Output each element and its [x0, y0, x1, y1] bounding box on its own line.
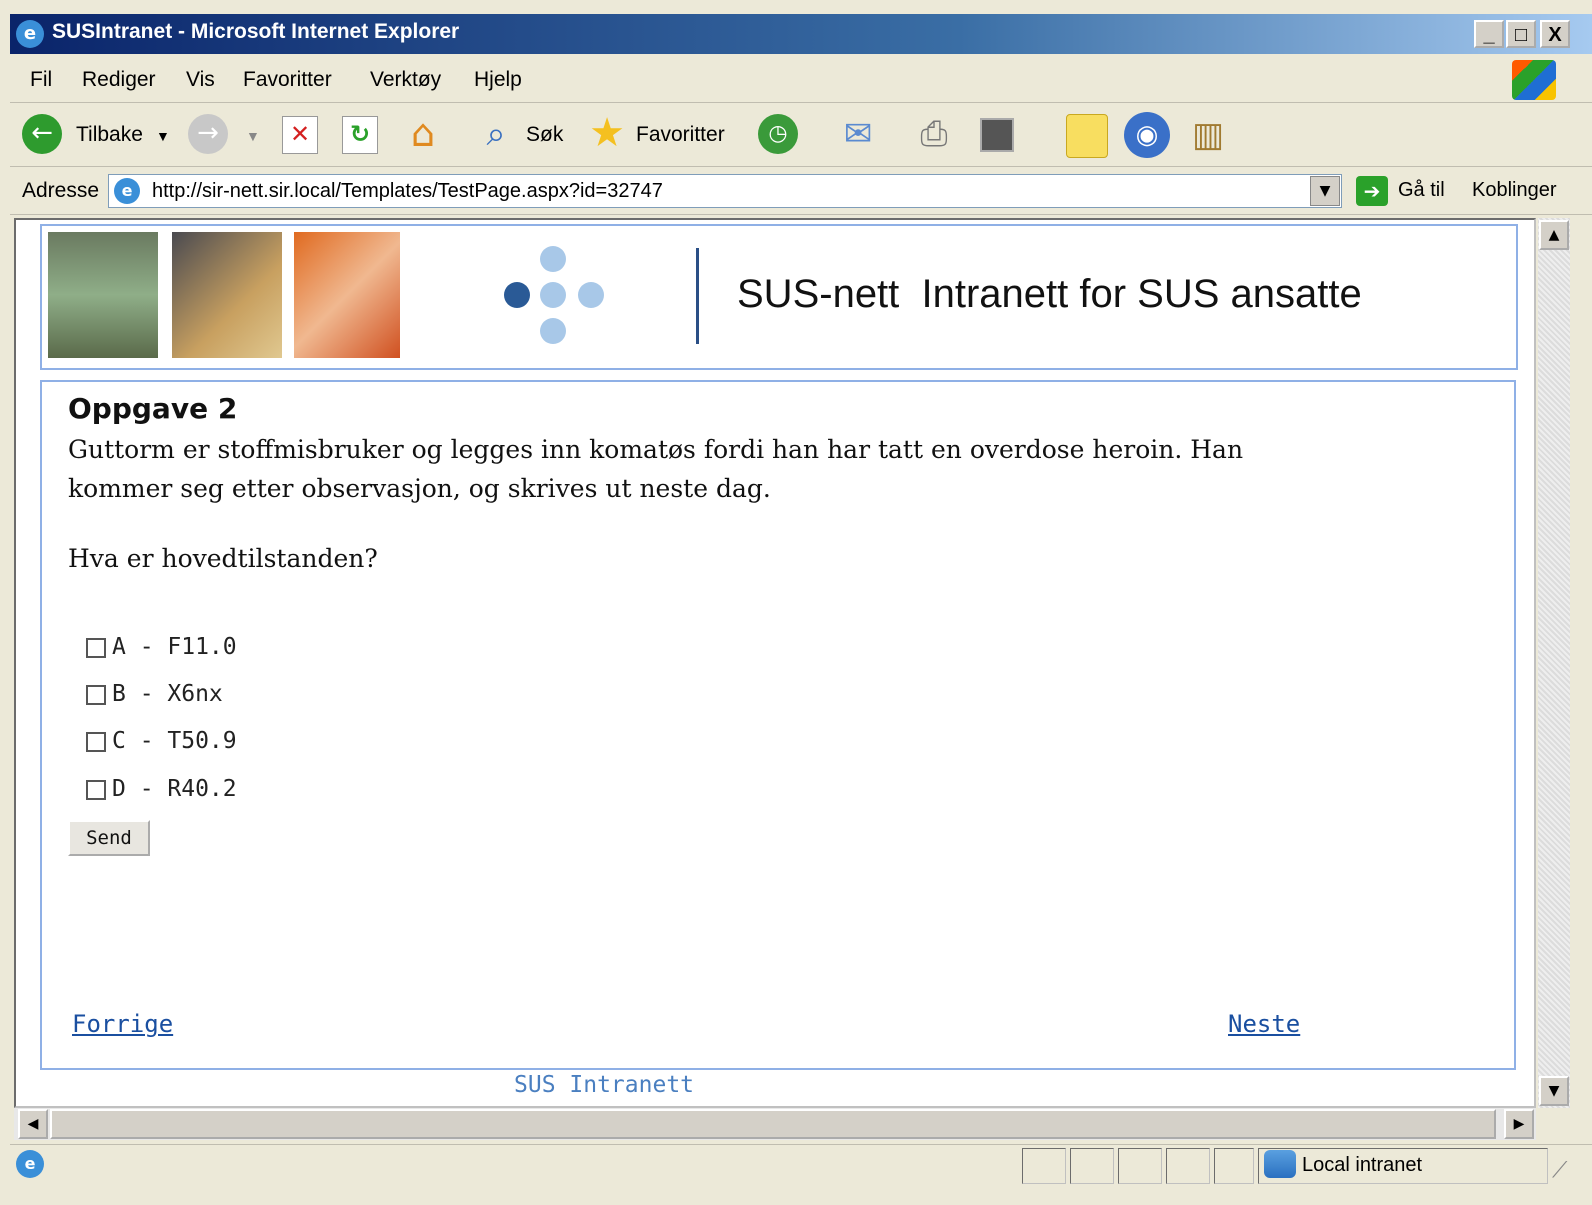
logo-dot: [540, 246, 566, 272]
option-b[interactable]: B - X6nx: [86, 681, 223, 707]
address-dropdown-icon[interactable]: ▼: [1310, 176, 1340, 206]
horizontal-scrollbar[interactable]: ◀ ▶: [14, 1108, 1536, 1140]
vertical-scrollbar[interactable]: ▲ ▼: [1538, 218, 1570, 1108]
photo-xray: [172, 232, 282, 358]
mail-icon[interactable]: ✉: [836, 114, 880, 154]
question-text: Hva er hovedtilstanden?: [68, 544, 378, 573]
favorites-button-label[interactable]: Favoritter: [636, 123, 725, 147]
zone-label: Local intranet: [1302, 1154, 1423, 1176]
menu-vis[interactable]: Vis: [186, 68, 215, 92]
scroll-thumb[interactable]: [50, 1109, 1496, 1139]
photo-surgeon: [48, 232, 158, 358]
links-button[interactable]: Koblinger: [1472, 179, 1557, 202]
back-arrow-icon[interactable]: ←: [22, 114, 62, 154]
option-c[interactable]: C - T50.9: [86, 728, 237, 754]
option-label: D - R40.2: [112, 776, 237, 802]
menu-verktoy[interactable]: Verktøy: [370, 68, 441, 92]
status-panel: [1070, 1148, 1114, 1184]
menu-fil[interactable]: Fil: [30, 68, 52, 92]
option-label: C - T50.9: [112, 728, 237, 754]
next-link[interactable]: Neste: [1228, 1010, 1300, 1038]
scroll-right-icon[interactable]: ▶: [1504, 1109, 1534, 1139]
forward-dropdown-icon[interactable]: ▼: [246, 128, 260, 144]
print-icon[interactable]: ⎙: [910, 112, 958, 156]
checkbox[interactable]: [86, 684, 106, 705]
menu-favoritter[interactable]: Favoritter: [243, 68, 332, 92]
menu-hjelp[interactable]: Hjelp: [474, 68, 522, 92]
option-label: B - X6nx: [112, 681, 223, 707]
resize-grip-icon[interactable]: ⟋: [1552, 1158, 1567, 1183]
status-page-icon: e: [16, 1150, 44, 1178]
status-panel: [1214, 1148, 1254, 1184]
search-button-label[interactable]: Søk: [526, 123, 563, 147]
favorites-star-icon[interactable]: ★: [584, 110, 630, 156]
back-button-label[interactable]: Tilbake: [76, 123, 143, 147]
minimize-button[interactable]: _: [1474, 20, 1504, 48]
search-icon[interactable]: ⌕: [474, 112, 518, 156]
menu-rediger[interactable]: Rediger: [82, 68, 156, 92]
logo-dot: [578, 282, 604, 308]
refresh-icon[interactable]: ↻: [342, 116, 378, 154]
ie-icon: e: [16, 20, 44, 48]
task-text: Guttorm er stoffmisbruker og legges inn …: [68, 435, 1244, 503]
task-title: Oppgave 2: [68, 392, 238, 425]
checkbox[interactable]: [86, 779, 106, 800]
photo-doctor: [294, 232, 400, 358]
notes-icon[interactable]: [1066, 114, 1108, 158]
intranet-zone-icon: [1264, 1150, 1296, 1178]
status-panel: [1118, 1148, 1162, 1184]
research-icon[interactable]: ▥: [1186, 112, 1230, 158]
footer-text: SUS Intranett: [514, 1072, 695, 1098]
status-panel: [1022, 1148, 1066, 1184]
go-arrow-icon[interactable]: ➔: [1356, 176, 1388, 206]
option-label: A - F11.0: [112, 634, 237, 660]
logo-dot: [504, 282, 530, 308]
checkbox[interactable]: [86, 731, 106, 752]
address-label: Adresse: [22, 179, 100, 202]
scroll-left-icon[interactable]: ◀: [18, 1109, 48, 1139]
home-icon[interactable]: ⌂: [400, 112, 446, 154]
close-button[interactable]: X: [1540, 20, 1570, 48]
send-button[interactable]: Send: [68, 820, 150, 856]
option-d[interactable]: D - R40.2: [86, 776, 237, 802]
option-a[interactable]: A - F11.0: [86, 634, 237, 660]
scroll-up-icon[interactable]: ▲: [1539, 220, 1569, 250]
maximize-button[interactable]: □: [1506, 20, 1536, 48]
go-button-label[interactable]: Gå til: [1398, 179, 1445, 202]
logo-dot: [540, 282, 566, 308]
site-title: SUS-nett Intranett for SUS ansatte: [737, 272, 1362, 316]
logo-dot: [540, 318, 566, 344]
edit-icon[interactable]: [980, 118, 1014, 152]
forward-arrow-icon[interactable]: →: [188, 114, 228, 154]
messenger-icon[interactable]: ◉: [1124, 112, 1170, 158]
windows-logo-icon: [1512, 60, 1556, 100]
address-url[interactable]: http://sir-nett.sir.local/Templates/Test…: [152, 180, 663, 203]
back-dropdown-icon[interactable]: ▼: [156, 128, 170, 144]
scroll-down-icon[interactable]: ▼: [1539, 1076, 1569, 1106]
header-divider: [696, 248, 699, 344]
stop-icon[interactable]: ✕: [282, 116, 318, 154]
window-title: SUSIntranet - Microsoft Internet Explore…: [52, 20, 460, 43]
history-icon[interactable]: ◷: [758, 114, 798, 154]
checkbox[interactable]: [86, 637, 106, 658]
page-icon: e: [114, 178, 140, 204]
previous-link[interactable]: Forrige: [72, 1010, 173, 1038]
status-panel: [1166, 1148, 1210, 1184]
